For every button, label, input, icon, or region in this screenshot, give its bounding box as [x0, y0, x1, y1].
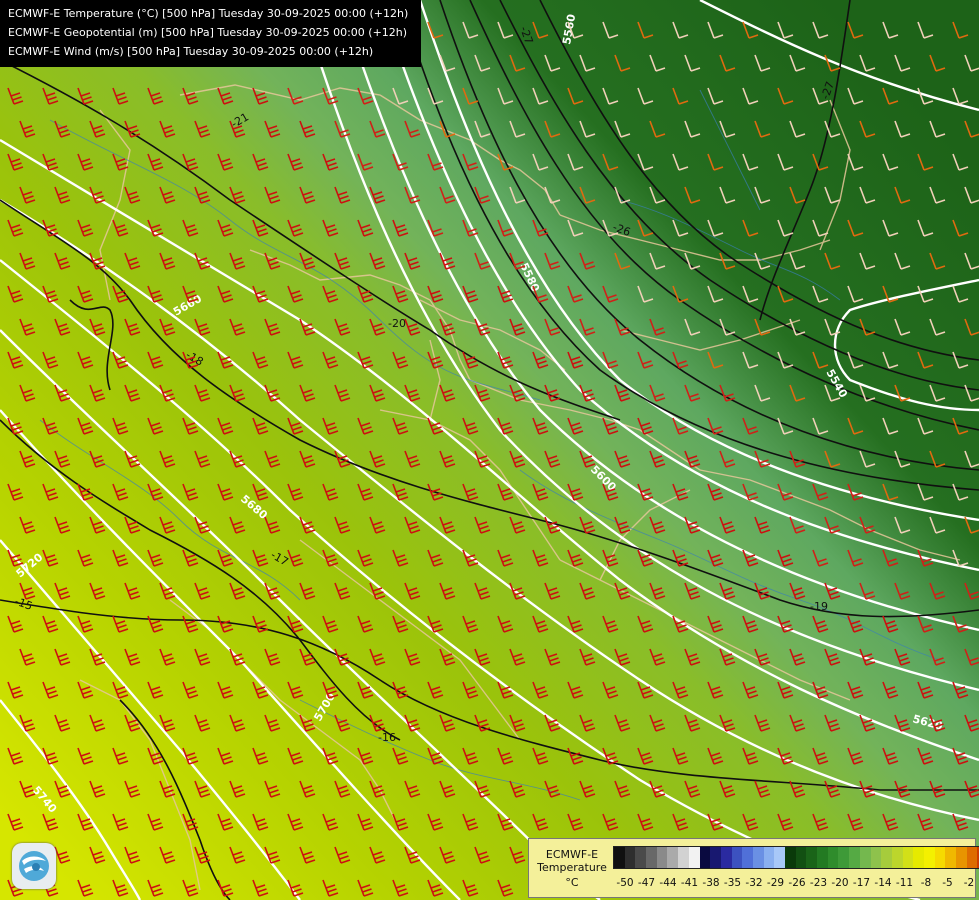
- legend-ticks: -50 -47 -44 -41 -38 -35 -32 -29 -26 -23 -20 -17 -14-…: [613, 877, 975, 891]
- legend-swatch: [635, 847, 647, 868]
- legend-tick-label: -29: [766, 877, 785, 889]
- legend-swatch: [678, 847, 689, 868]
- legend-swatch: [720, 847, 732, 868]
- legend-tick-label: -14: [874, 877, 892, 889]
- temperature-legend: ECMWF-E Temperature °C -50 -47 -44 -41 -38 -3…: [528, 838, 979, 898]
- header-wind: ECMWF-E Wind (m/s) [500 hPa] Tuesday 30-…: [8, 45, 374, 58]
- header-temperature: ECMWF-E Temperature (°C) [500 hPa] Tuesd…: [8, 7, 409, 20]
- legend-tick-label: -32: [745, 877, 763, 889]
- legend-tick-label: -5: [942, 877, 953, 889]
- legend-tick-label: -26: [788, 877, 806, 889]
- legend-swatch: [667, 847, 679, 868]
- legend-swatch: [614, 847, 625, 868]
- map-header: ECMWF-E Temperature (°C) [500 hPa] Tuesd…: [0, 0, 421, 67]
- legend-tick-label: -50: [616, 877, 634, 889]
- legend-swatch: [774, 847, 785, 868]
- legend-swatch: [752, 847, 764, 868]
- legend-swatch: [934, 847, 946, 868]
- legend-swatch: [913, 847, 924, 868]
- legend-swatch: [956, 847, 967, 868]
- legend-swatch: [624, 847, 636, 868]
- legend-tick-label: -38: [702, 877, 720, 889]
- legend-tick-label: -2: [963, 877, 975, 889]
- legend-swatch: [806, 847, 818, 868]
- legend-title: ECMWF-E Temperature °C: [537, 848, 607, 889]
- legend-swatch: [923, 847, 935, 868]
- legend-swatch: [785, 847, 796, 868]
- header-geopotential: ECMWF-E Geopotential (m) [500 hPa] Tuesd…: [8, 26, 408, 39]
- legend-tick-label: -8: [920, 877, 932, 889]
- legend-tick-label: -44: [659, 877, 677, 889]
- legend-tick-label: -47: [637, 877, 656, 889]
- legend-swatch: [859, 847, 871, 868]
- legend-swatch: [688, 847, 700, 868]
- legend-swatch: [902, 847, 914, 868]
- weather-map[interactable]: -27 -27 -26 -21 -20 -19 -18 -17 -16 -15 …: [0, 0, 979, 900]
- legend-swatch: [945, 847, 956, 868]
- legend-tick-label: -23: [809, 877, 828, 889]
- legend-swatch: [742, 847, 753, 868]
- svg-text:-19: -19: [810, 600, 828, 613]
- legend-swatch: [763, 847, 775, 868]
- legend-swatch: [795, 847, 807, 868]
- svg-text:-20: -20: [388, 317, 406, 330]
- legend-tick-label: -35: [723, 877, 742, 889]
- legend-colorbar: [613, 846, 979, 869]
- logo-icon: [12, 843, 56, 889]
- legend-swatch: [817, 847, 828, 868]
- legend-swatch: [891, 847, 903, 868]
- legend-swatch: [881, 847, 892, 868]
- legend-swatch: [827, 847, 839, 868]
- legend-swatch: [966, 847, 978, 868]
- legend-tick-label: -17: [852, 877, 871, 889]
- legend-swatch: [699, 847, 711, 868]
- map-viewport[interactable]: -27 -27 -26 -21 -20 -19 -18 -17 -16 -15 …: [0, 0, 979, 900]
- legend-swatch: [646, 847, 657, 868]
- legend-swatch: [731, 847, 743, 868]
- legend-tick-label: -11: [895, 877, 914, 889]
- legend-swatch: [838, 847, 850, 868]
- svg-text:-16: -16: [378, 731, 396, 744]
- legend-swatch: [656, 847, 668, 868]
- legend-swatch: [849, 847, 860, 868]
- legend-tick-label: -20: [831, 877, 849, 889]
- legend-swatch: [710, 847, 721, 868]
- legend-tick-label: -41: [680, 877, 699, 889]
- legend-swatch: [870, 847, 882, 868]
